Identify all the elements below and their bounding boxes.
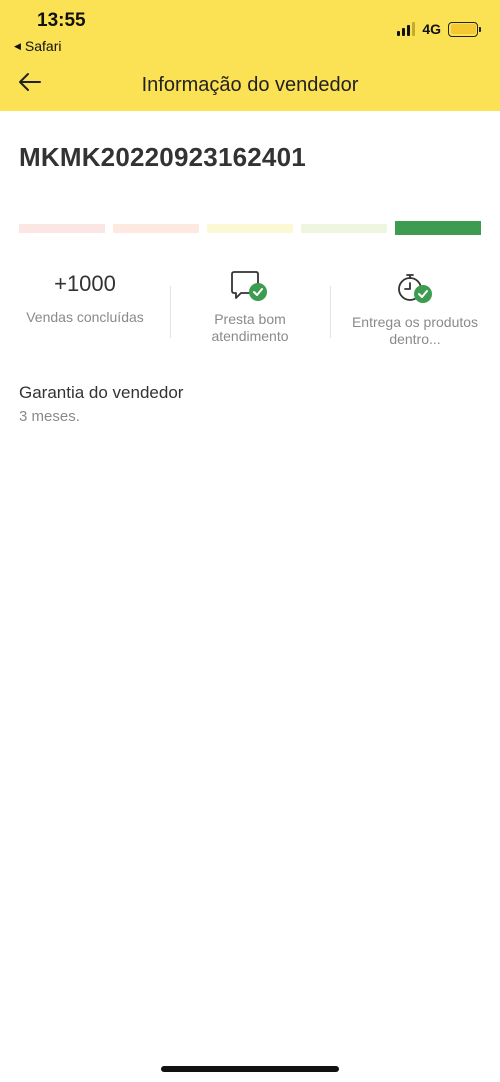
top-bar: 13:55 ◀ Safari 4G Informação do vendedor [0, 0, 500, 111]
signal-icon [397, 22, 416, 36]
return-app-label: Safari [24, 38, 62, 54]
reputation-thermometer [19, 221, 481, 235]
reputation-segment-3 [207, 223, 293, 233]
divider [170, 286, 171, 338]
sales-count: +1000 [54, 271, 116, 296]
status-indicators: 4G [397, 21, 481, 37]
seller-id: MKMK20220923162401 [19, 142, 306, 172]
warranty-title: Garantia do vendedor [19, 383, 184, 402]
back-triangle-icon: ◀ [14, 40, 21, 51]
metric-service: Presta bom atendimento [170, 262, 330, 362]
page-title: Informação do vendedor [141, 74, 359, 96]
reputation-segment-2 [113, 223, 199, 233]
reputation-segment-5 [395, 221, 481, 235]
metric-delivery: Entrega os produtos dentro... [330, 262, 500, 362]
warranty-text: 3 meses. [19, 408, 80, 425]
delivery-label: Entrega os produtos dentro... [351, 314, 479, 347]
chat-check-icon [228, 267, 272, 305]
metric-sales: +1000 Vendas concluídas [0, 262, 170, 362]
reputation-segment-4 [301, 223, 387, 233]
seller-metrics: +1000 Vendas concluídas Presta bom atend… [0, 262, 500, 362]
return-to-app-link[interactable]: ◀ Safari [14, 38, 62, 54]
home-indicator[interactable] [161, 1066, 339, 1072]
battery-icon [448, 21, 481, 37]
sales-label: Vendas concluídas [26, 309, 144, 325]
stopwatch-check-icon [393, 270, 437, 308]
status-time: 13:55 [37, 10, 86, 31]
reputation-segment-1 [19, 223, 105, 233]
service-label: Presta bom atendimento [211, 311, 289, 344]
divider [330, 286, 331, 338]
network-label: 4G [422, 21, 441, 37]
